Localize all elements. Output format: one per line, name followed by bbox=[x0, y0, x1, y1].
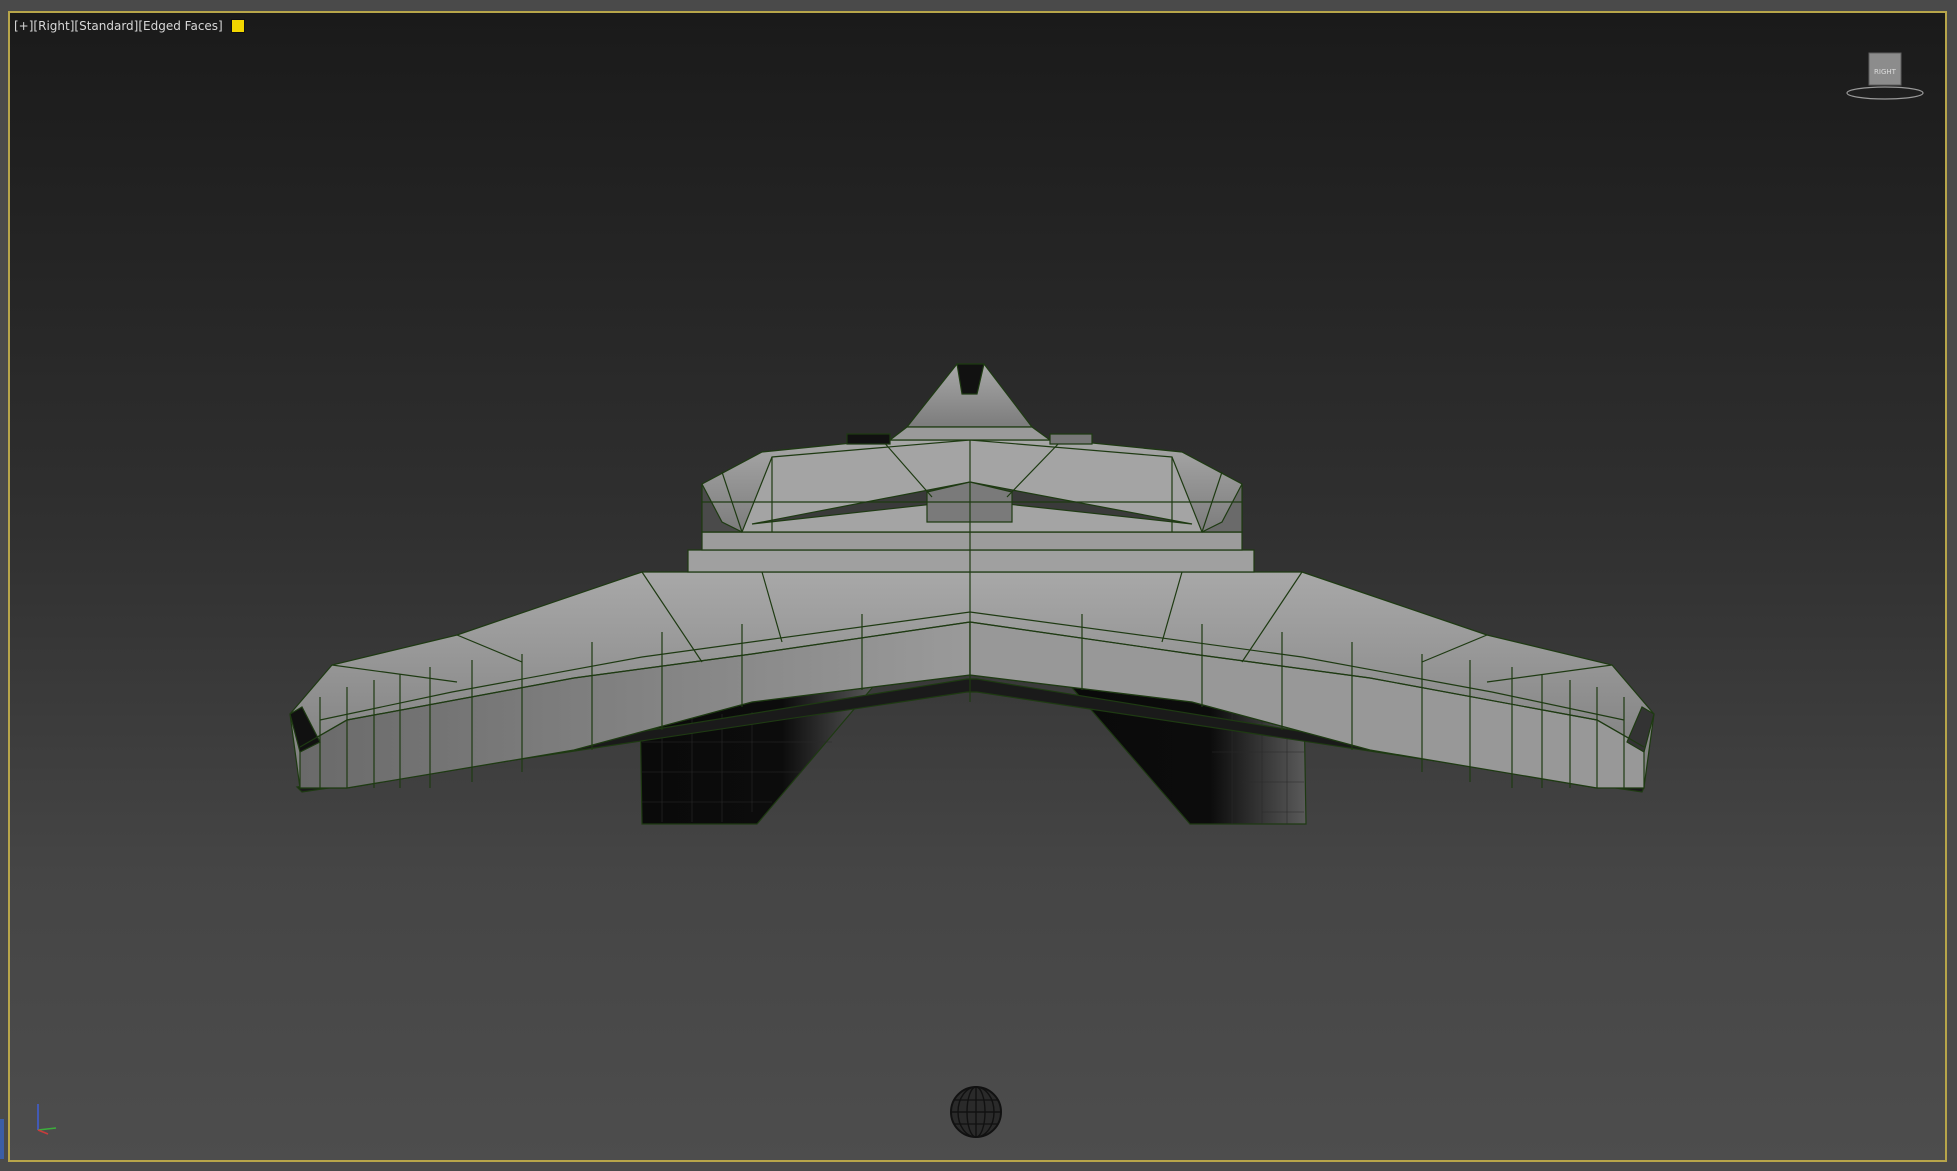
y-axis-line bbox=[37, 1127, 57, 1131]
viewcube[interactable]: RIGHT bbox=[1845, 49, 1925, 109]
hull-center-step bbox=[687, 549, 1255, 573]
model-spaceship[interactable] bbox=[10, 13, 1945, 1160]
viewcube-face-label: RIGHT bbox=[1874, 68, 1897, 76]
viewport-right[interactable]: [+] [Right] [Standard] [Edged Faces] RIG… bbox=[8, 11, 1947, 1162]
left-panel-edge bbox=[0, 1119, 4, 1159]
viewcube-compass-ring bbox=[1846, 86, 1924, 100]
x-axis-line bbox=[37, 1129, 49, 1135]
navigation-globe-icon[interactable] bbox=[948, 1084, 1004, 1140]
axis-tripod bbox=[37, 1104, 57, 1135]
